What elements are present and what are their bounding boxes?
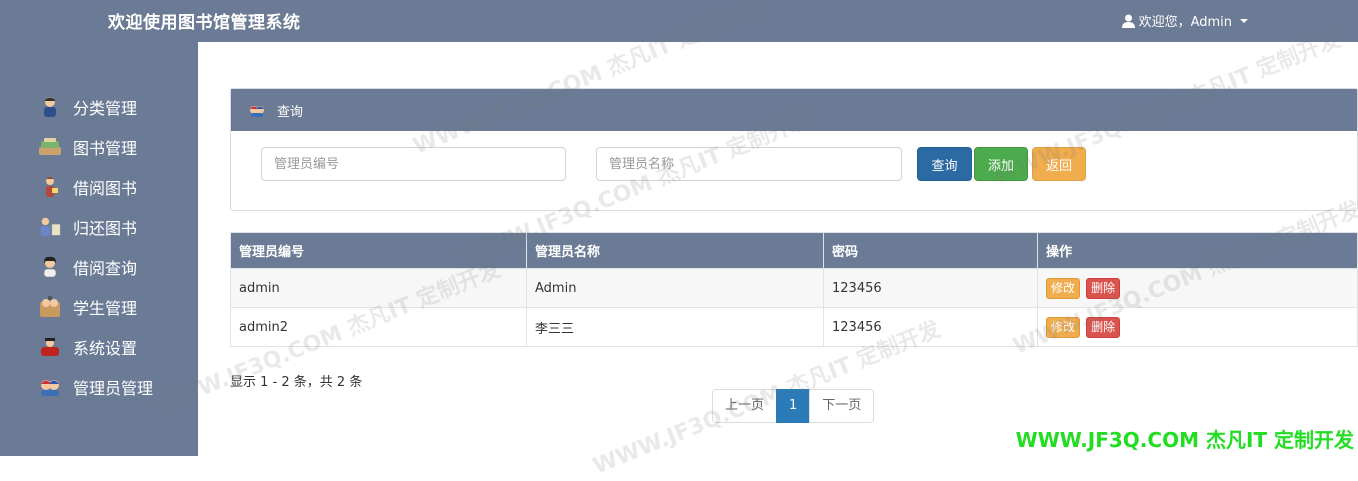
admin-id-input[interactable] (261, 147, 566, 181)
sidebar-item-label: 借阅查询 (73, 259, 138, 278)
user-icon (1121, 14, 1135, 28)
sidebar-item-settings[interactable]: 系统设置 (38, 333, 137, 361)
edit-button[interactable]: 修改 (1046, 316, 1081, 338)
sidebar-item-label: 归还图书 (73, 219, 138, 238)
delete-button[interactable]: 删除 (1086, 277, 1121, 299)
sidebar-item-category[interactable]: 分类管理 (38, 93, 137, 121)
edit-button[interactable]: 修改 (1046, 277, 1081, 299)
sidebar-item-label: 图书管理 (73, 139, 138, 158)
admin-table: 管理员编号 管理员名称 密码 操作 admin Admin 123456 修改 … (230, 232, 1358, 347)
person-blue-icon (38, 95, 62, 119)
person-return-icon (38, 215, 62, 239)
sidebar-item-admins[interactable]: 管理员管理 (38, 373, 153, 401)
add-button[interactable]: 添加 (974, 147, 1028, 181)
pagination: 上一页 1 下一页 (712, 389, 875, 423)
user-menu[interactable]: 欢迎您，Admin (1121, 11, 1248, 30)
person-reading-icon (38, 175, 62, 199)
cell-admin-name: 李三三 (526, 307, 824, 347)
chevron-down-icon (1240, 18, 1248, 23)
cell-admin-id: admin (230, 268, 527, 308)
table-row: admin Admin 123456 修改 删除 (230, 268, 1358, 308)
sidebar-item-return[interactable]: 归还图书 (38, 213, 137, 241)
search-panel-header: 查询 (231, 89, 1357, 131)
sidebar-item-label: 管理员管理 (73, 379, 154, 398)
admins-icon (38, 375, 62, 399)
brand-watermark: WWW.JF3Q.COM 杰凡IT 定制开发 (1015, 428, 1354, 452)
sidebar-item-books[interactable]: 图书管理 (38, 133, 137, 161)
sidebar-item-borrow[interactable]: 借阅图书 (38, 173, 137, 201)
sidebar: 分类管理 图书管理 借阅图书 归还图书 借阅查询 学生管理 系统设置 管理员管理 (0, 42, 198, 456)
table-header-row: 管理员编号 管理员名称 密码 操作 (230, 232, 1358, 269)
back-button[interactable]: 返回 (1032, 147, 1086, 181)
app-title: 欢迎使用图书馆管理系统 (108, 13, 301, 33)
column-header: 操作 (1037, 232, 1358, 269)
delete-button[interactable]: 删除 (1086, 316, 1121, 338)
sidebar-item-label: 借阅图书 (73, 179, 138, 198)
column-header: 管理员名称 (526, 232, 824, 269)
sidebar-item-label: 系统设置 (73, 339, 138, 358)
person-search-icon (38, 255, 62, 279)
search-panel-title: 查询 (277, 104, 304, 120)
top-bar: 欢迎使用图书馆管理系统 欢迎您，Admin (0, 0, 1358, 42)
column-header: 密码 (823, 232, 1038, 269)
cell-actions: 修改 删除 (1037, 268, 1358, 308)
cell-admin-name: Admin (526, 268, 824, 308)
sidebar-item-label: 学生管理 (73, 299, 138, 318)
students-icon (38, 295, 62, 319)
cell-actions: 修改 删除 (1037, 307, 1358, 347)
search-panel: 查询 查询 添加 返回 (230, 88, 1358, 211)
sidebar-item-borrow-query[interactable]: 借阅查询 (38, 253, 137, 281)
admin-name-input[interactable] (596, 147, 902, 181)
user-greeting: 欢迎您，Admin (1138, 15, 1232, 30)
page-number-button[interactable]: 1 (776, 389, 811, 423)
cell-admin-id: admin2 (230, 307, 527, 347)
table-row: admin2 李三三 123456 修改 删除 (230, 307, 1358, 347)
settings-red-icon (38, 335, 62, 359)
sidebar-item-label: 分类管理 (73, 99, 138, 118)
next-page-button[interactable]: 下一页 (809, 389, 875, 423)
books-icon (38, 135, 62, 159)
cell-password: 123456 (823, 268, 1038, 308)
cell-password: 123456 (823, 307, 1038, 347)
prev-page-button[interactable]: 上一页 (712, 389, 778, 423)
pagination-summary: 显示 1 - 2 条，共 2 条 (230, 375, 363, 390)
search-panel-icon (249, 102, 265, 118)
sidebar-item-students[interactable]: 学生管理 (38, 293, 137, 321)
column-header: 管理员编号 (230, 232, 527, 269)
query-button[interactable]: 查询 (917, 147, 972, 181)
